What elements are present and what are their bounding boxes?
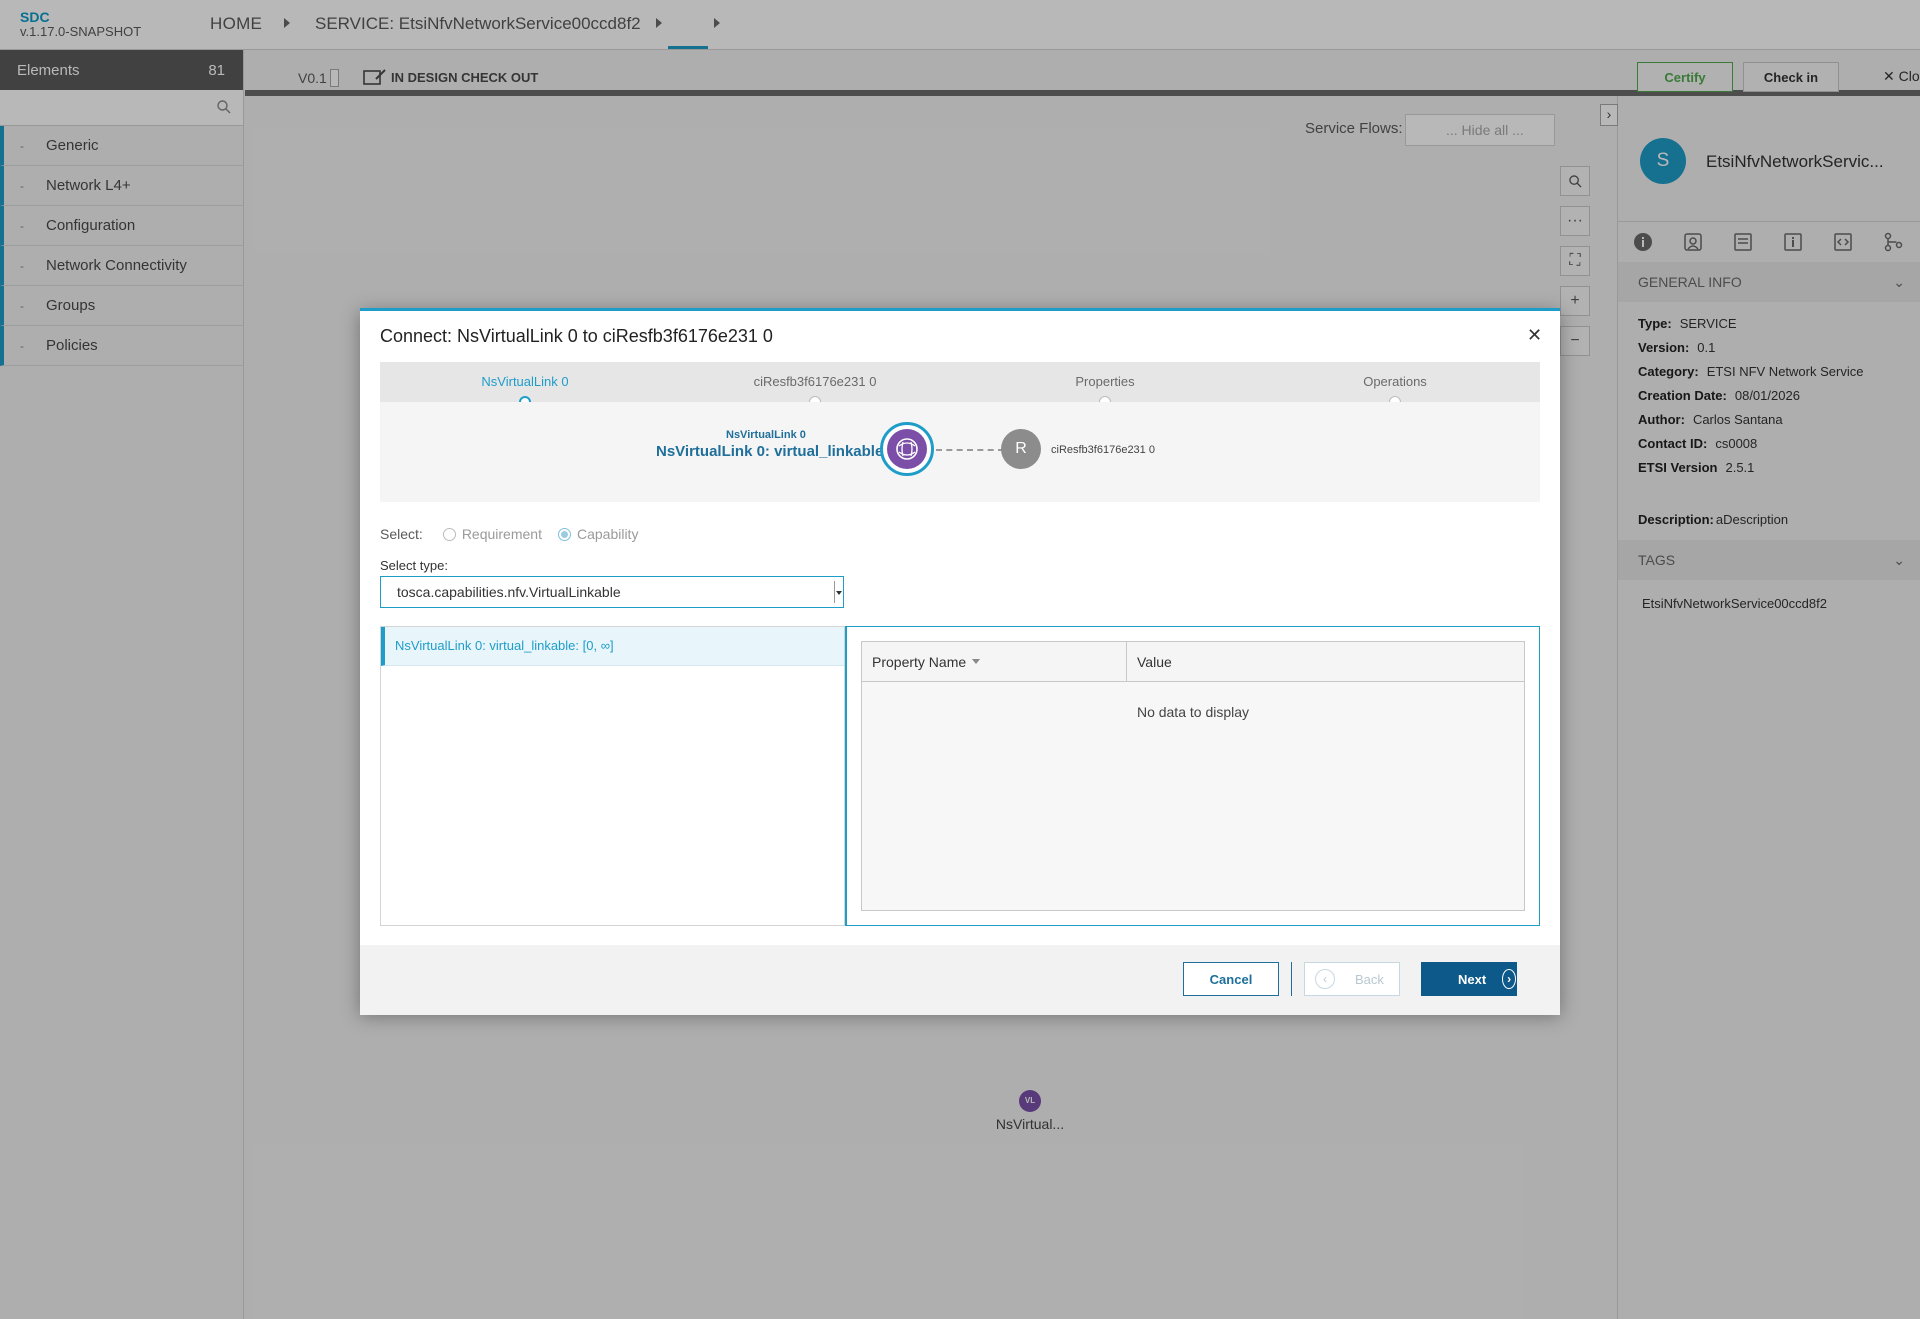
properties-table: Property Name Value No data to display bbox=[861, 641, 1525, 911]
capability-list: NsVirtualLink 0: virtual_linkable: [0, ∞… bbox=[380, 626, 845, 926]
column-header-value[interactable]: Value bbox=[1127, 642, 1172, 681]
wizard-steps: NsVirtualLink 0 ciResfb3f6176e231 0 Prop… bbox=[380, 362, 1540, 408]
next-button[interactable]: Next › bbox=[1421, 962, 1517, 996]
connect-modal: Connect: NsVirtualLink 0 to ciResfb3f617… bbox=[360, 308, 1560, 1015]
list-item[interactable]: NsVirtualLink 0: virtual_linkable: [0, ∞… bbox=[381, 627, 844, 666]
select-mode-row: Select: Requirement Capability bbox=[380, 526, 654, 542]
sort-caret-icon bbox=[972, 659, 981, 664]
modal-footer: Cancel ‹ Back Next › bbox=[360, 945, 1560, 1015]
cancel-button[interactable]: Cancel bbox=[1183, 962, 1279, 996]
close-icon[interactable]: ✕ bbox=[1527, 325, 1542, 346]
step-to-node[interactable]: ciResfb3f6176e231 0 bbox=[754, 374, 877, 389]
table-header: Property Name Value bbox=[862, 642, 1524, 682]
chevron-down-icon bbox=[834, 581, 843, 603]
step-properties[interactable]: Properties bbox=[1075, 374, 1134, 389]
column-header-property-name[interactable]: Property Name bbox=[862, 642, 1127, 681]
next-label: Next bbox=[1458, 971, 1487, 987]
footer-divider bbox=[1291, 962, 1292, 996]
column-label: Property Name bbox=[872, 653, 967, 670]
select-type-value: tosca.capabilities.nfv.VirtualLinkable bbox=[397, 584, 621, 600]
requirement-radio[interactable] bbox=[442, 527, 456, 541]
column-label: Value bbox=[1137, 653, 1172, 670]
requirement-label: Requirement bbox=[461, 526, 542, 542]
preview-from-node bbox=[880, 422, 934, 476]
back-label: Back bbox=[1355, 971, 1384, 987]
preview-from-node-name: NsVirtualLink 0 bbox=[726, 429, 806, 441]
preview-to-node: R bbox=[1001, 429, 1041, 469]
select-type-dropdown[interactable]: tosca.capabilities.nfv.VirtualLinkable bbox=[380, 576, 844, 608]
virtual-link-icon bbox=[887, 429, 927, 469]
chevron-left-icon: ‹ bbox=[1315, 969, 1335, 989]
step-from-node[interactable]: NsVirtualLink 0 bbox=[481, 374, 568, 389]
modal-title: Connect: NsVirtualLink 0 to ciResfb3f617… bbox=[380, 326, 773, 346]
chevron-right-icon: › bbox=[1502, 969, 1516, 989]
empty-state-text: No data to display bbox=[1136, 704, 1250, 720]
preview-to-node-name: ciResfb3f6176e231 0 bbox=[1051, 444, 1155, 456]
capability-radio[interactable] bbox=[557, 527, 571, 541]
back-button[interactable]: ‹ Back bbox=[1304, 962, 1400, 996]
capability-label: Capability bbox=[576, 526, 639, 542]
preview-from-capability: NsVirtualLink 0: virtual_linkable bbox=[656, 443, 884, 460]
preview-connection-line bbox=[936, 449, 1004, 451]
step-operations[interactable]: Operations bbox=[1363, 374, 1427, 389]
properties-pane: Property Name Value No data to display bbox=[845, 626, 1540, 926]
select-type-label: Select type: bbox=[380, 558, 448, 573]
connection-preview: NsVirtualLink 0 NsVirtualLink 0: virtual… bbox=[380, 402, 1540, 502]
select-label: Select: bbox=[380, 526, 423, 542]
